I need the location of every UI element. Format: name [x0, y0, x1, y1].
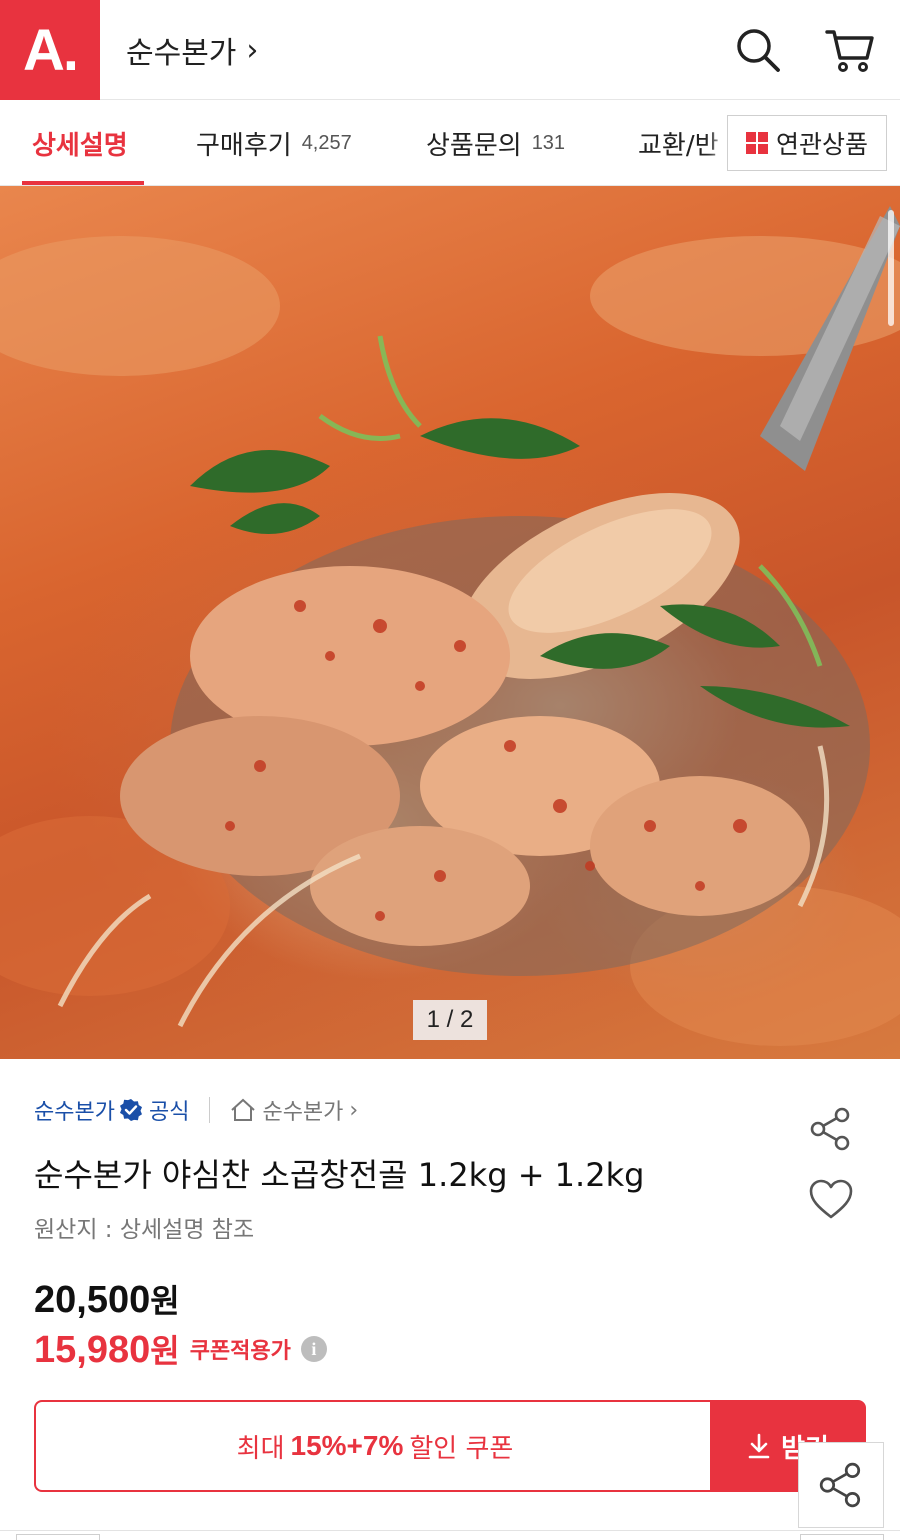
sale-price-value: 15,980 [34, 1329, 151, 1371]
verified-badge-icon [119, 1098, 143, 1122]
tab-reviews[interactable]: 구매후기 4,257 [196, 100, 352, 186]
currency-unit: 원 [150, 1332, 180, 1370]
cart-icon[interactable] [824, 24, 876, 76]
tab-inquiries-label: 상품문의 [426, 130, 522, 161]
seller-row: 순수본가 공식 순수본가 › [34, 1094, 358, 1126]
coupon-applied-label: 쿠폰적용가 [189, 1339, 291, 1364]
detail-tabs: 상세설명 구매후기 4,257 상품문의 131 교환/반 연관상품 [0, 100, 900, 186]
store-name-link[interactable]: 순수본가 › [126, 28, 258, 72]
sale-price-row: 15,980원 쿠폰적용가 i [34, 1326, 327, 1372]
tab-description[interactable]: 상세설명 [32, 100, 128, 186]
currency-unit: 원 [150, 1282, 180, 1320]
active-tab-indicator [22, 181, 144, 185]
store-home-name: 순수본가 [262, 1100, 344, 1125]
download-icon [748, 1433, 770, 1459]
info-icon[interactable]: i [300, 1336, 327, 1362]
related-products-label: 연관상품 [775, 130, 868, 159]
bottom-option-box[interactable] [16, 1534, 100, 1540]
product-image[interactable] [0, 186, 900, 1059]
seller-name-link[interactable]: 순수본가 [34, 1094, 115, 1126]
floating-share-button[interactable] [798, 1442, 884, 1528]
chevron-right-icon: › [349, 1097, 359, 1123]
store-name: 순수본가 [126, 36, 237, 71]
tab-reviews-count: 4,257 [301, 131, 352, 154]
sale-price: 15,980원 [34, 1326, 180, 1372]
divider [209, 1097, 211, 1123]
grid-icon [745, 132, 768, 154]
section-divider [0, 1530, 900, 1531]
coupon-rate: 15%+7% [290, 1430, 404, 1461]
official-label: 공식 [148, 1100, 190, 1125]
tab-exchange[interactable]: 교환/반 [638, 100, 728, 186]
image-pager: 1 / 2 [413, 1000, 487, 1040]
brand-logo[interactable]: A. [0, 0, 100, 100]
share-icon [819, 1462, 861, 1508]
chevron-right-icon: › [246, 32, 259, 68]
original-price-value: 20,500 [34, 1279, 151, 1321]
tab-inquiries[interactable]: 상품문의 131 [426, 100, 565, 186]
store-home-link[interactable]: 순수본가 › [230, 1094, 358, 1126]
product-origin: 원산지 : 상세설명 참조 [34, 1217, 255, 1243]
heart-icon[interactable] [806, 1174, 856, 1224]
tab-exchange-label: 교환/반 [638, 130, 719, 161]
tab-inquiries-count: 131 [531, 131, 566, 154]
product-title: 순수본가 야심찬 소곱창전골 1.2kg + 1.2kg [34, 1156, 645, 1194]
logo-text: A. [23, 17, 79, 83]
tab-description-label: 상세설명 [32, 130, 128, 161]
home-icon [231, 1098, 256, 1121]
stew-illustration [0, 206, 900, 1046]
original-price: 20,500원 [34, 1276, 180, 1322]
coupon-banner[interactable]: 최대 15%+7% 할인 쿠폰 [34, 1400, 714, 1492]
coupon-prefix: 최대 [236, 1433, 285, 1464]
tab-reviews-label: 구매후기 [196, 130, 292, 161]
bottom-option-box[interactable] [800, 1534, 884, 1540]
coupon-suffix: 할인 쿠폰 [409, 1433, 514, 1464]
search-icon[interactable] [732, 24, 784, 76]
image-scrollbar [888, 210, 894, 326]
top-header: A. 순수본가 › [0, 0, 900, 100]
related-products-button[interactable]: 연관상품 [727, 115, 887, 171]
share-icon[interactable] [806, 1104, 856, 1154]
